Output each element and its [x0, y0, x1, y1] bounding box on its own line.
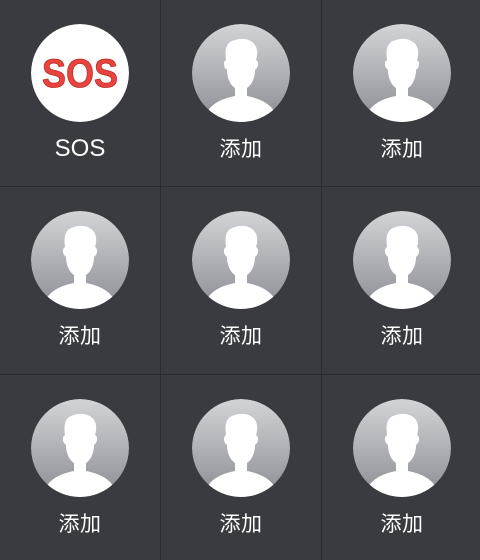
person-silhouette-icon	[192, 399, 290, 497]
add-contact-label: 添加	[380, 512, 424, 536]
person-silhouette-icon	[31, 399, 129, 497]
person-silhouette-icon	[192, 24, 290, 122]
add-contact-label: 添加	[380, 324, 424, 348]
sos-icon: SOS	[31, 24, 129, 122]
contact-grid: SOS SOS 添加 添加 添加 添加 添加 添加 添加 添加	[0, 0, 480, 560]
add-contact-cell[interactable]: 添加	[322, 187, 480, 374]
add-contact-label: 添加	[58, 512, 102, 536]
add-contact-label: 添加	[219, 512, 263, 536]
svg-text:SOS: SOS	[42, 52, 118, 96]
person-silhouette-icon	[353, 24, 451, 122]
add-contact-cell[interactable]: 添加	[161, 187, 321, 374]
add-contact-cell[interactable]: 添加	[322, 0, 480, 186]
person-silhouette-icon	[353, 399, 451, 497]
person-silhouette-icon	[31, 211, 129, 309]
person-silhouette-icon	[192, 211, 290, 309]
add-contact-label: 添加	[219, 324, 263, 348]
add-contact-label: 添加	[219, 137, 263, 161]
sos-label: SOS	[54, 135, 106, 162]
add-contact-label: 添加	[58, 324, 102, 348]
add-contact-cell[interactable]: 添加	[161, 0, 321, 186]
person-silhouette-icon	[353, 211, 451, 309]
add-contact-cell[interactable]: 添加	[0, 375, 160, 560]
add-contact-cell[interactable]: 添加	[0, 187, 160, 374]
add-contact-cell[interactable]: 添加	[322, 375, 480, 560]
add-contact-label: 添加	[380, 137, 424, 161]
sos-contact-cell[interactable]: SOS SOS	[0, 0, 160, 186]
add-contact-cell[interactable]: 添加	[161, 375, 321, 560]
